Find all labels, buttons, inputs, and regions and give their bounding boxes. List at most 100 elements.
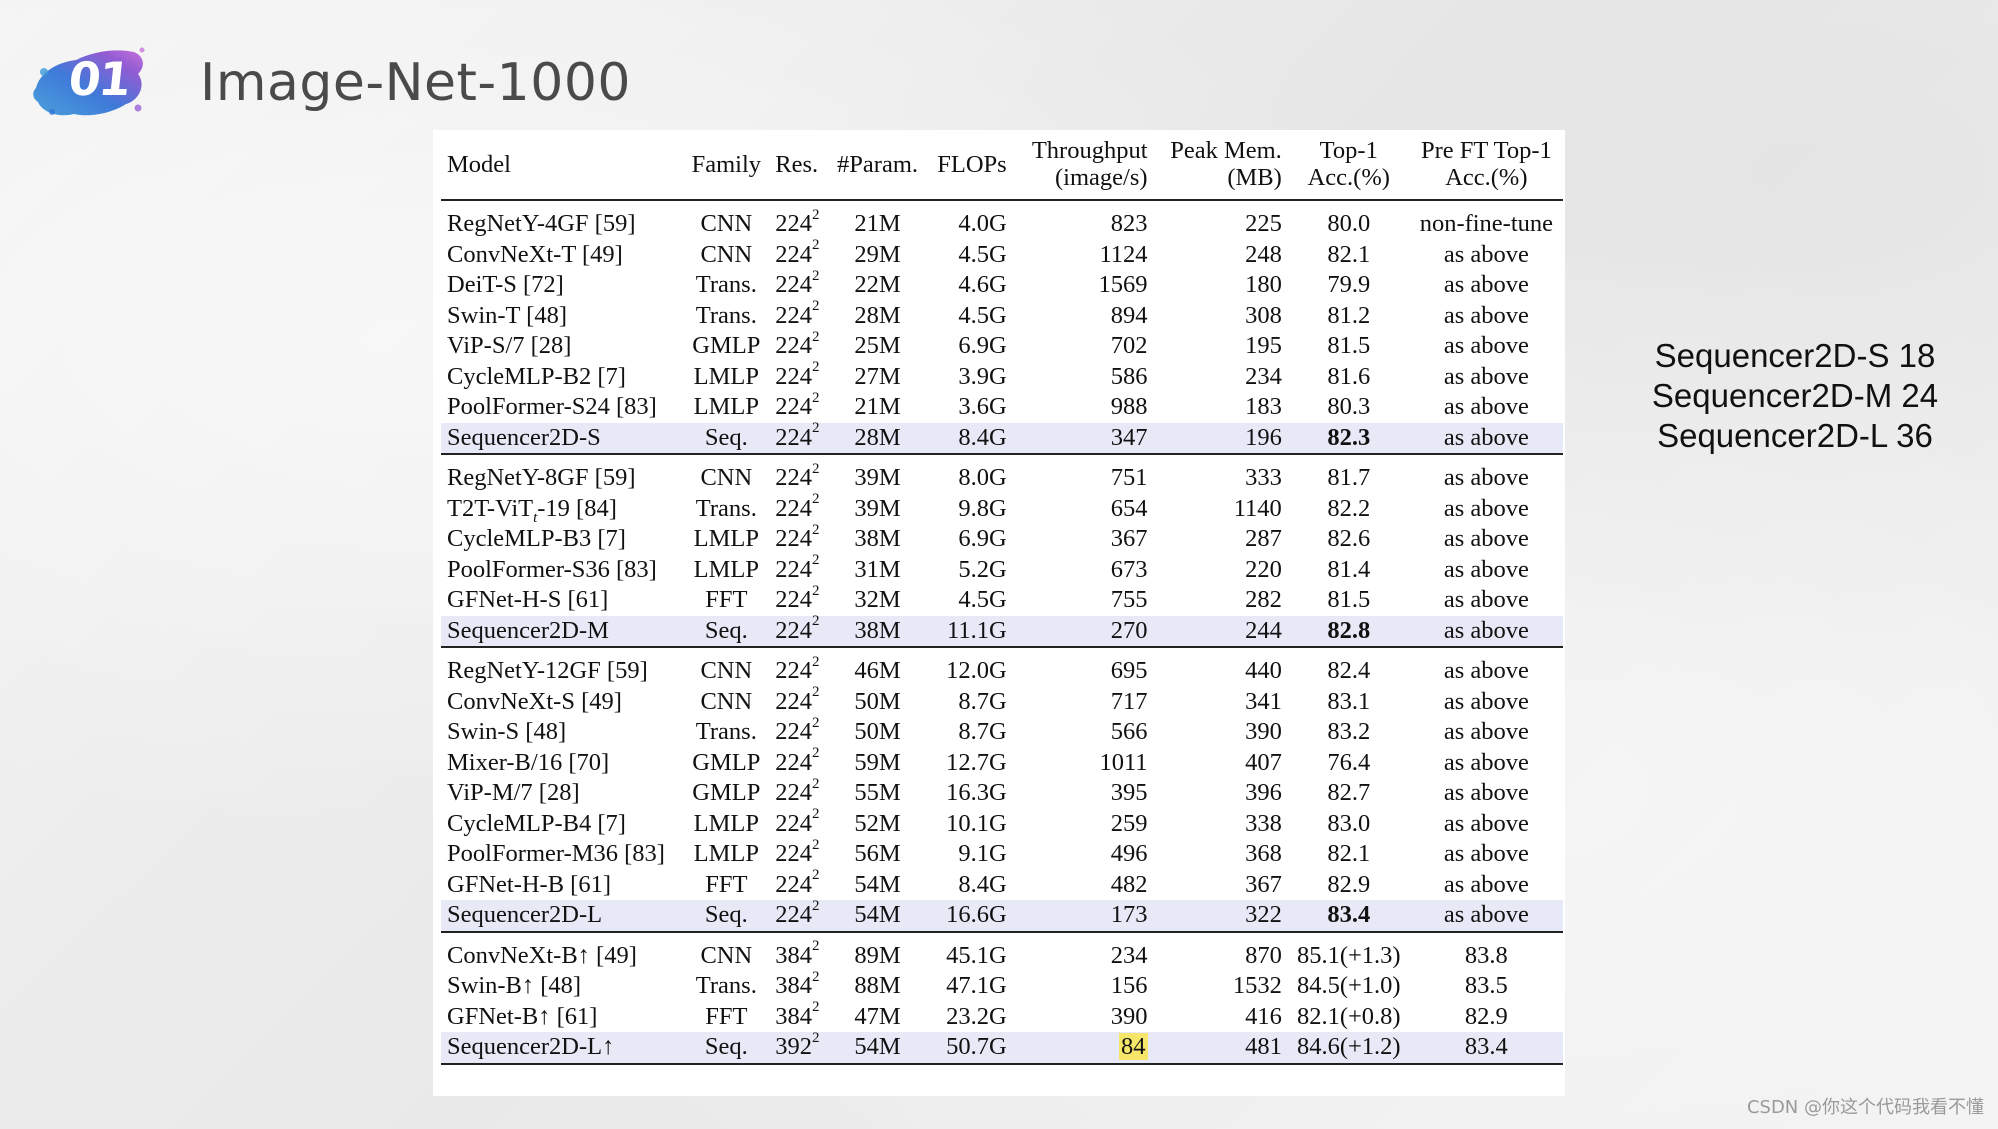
cell-preft: as above — [1409, 615, 1563, 647]
cell-throughput: 367 — [1110, 525, 1148, 552]
slide-title: Image-Net-1000 — [200, 53, 631, 113]
cell-res: 2242 — [775, 389, 820, 420]
cell-param: 39M — [854, 494, 901, 522]
cell-preft: as above — [1443, 687, 1529, 715]
cell-flops: 9.8G — [958, 494, 1007, 522]
table-row-sequencer: Sequencer2D-S Seq. 2242 28M 8.4G 347 196 82.3 as… — [441, 421, 1563, 454]
results-table-panel: Model Family Res. #Param. FLOPs Throughp… — [433, 130, 1565, 1096]
cell-flops: 47.1G — [946, 972, 1007, 999]
cell-top1: 82.3 — [1287, 422, 1410, 454]
table-header: Model Family Res. #Param. FLOPs Throughp… — [441, 130, 1563, 200]
table-row-sequencer: Sequencer2D-M Seq. 2242 38M 11.1G 270 244 82.8 a… — [441, 614, 1563, 647]
cell-param: 27M — [854, 362, 901, 390]
cell-throughput: 234 — [1110, 941, 1148, 969]
cell-throughput: 586 — [1110, 362, 1148, 390]
cell-param: 39M — [854, 464, 901, 491]
cell-flops: 11.1G — [926, 615, 1019, 647]
cell-top1: 82.8 — [1287, 615, 1410, 647]
cell-res: 2242 — [775, 867, 820, 898]
cell-mem: 183 — [1245, 393, 1282, 420]
cell-family: Seq. — [683, 1032, 770, 1064]
cell-mem: 248 — [1245, 240, 1282, 268]
cell-family: CNN — [700, 687, 753, 715]
cell-family: Trans. — [695, 301, 757, 329]
cell-mem: 180 — [1245, 271, 1282, 298]
cell-flops: 8.7G — [958, 718, 1007, 745]
cell-flops: 45.1G — [946, 941, 1007, 969]
cell-res: 2242 — [775, 267, 820, 298]
cell-res: 2242 — [775, 359, 820, 390]
cell-res: 2242 — [775, 653, 820, 684]
cell-family: LMLP — [693, 362, 759, 390]
cell-top1: 84.5(+1.0) — [1296, 972, 1401, 999]
cell-top1: 82.9 — [1327, 870, 1371, 898]
cell-mem: 196 — [1157, 422, 1288, 454]
cell-model: RegNetY-12GF [59] — [447, 657, 648, 684]
header-model: Model — [447, 150, 511, 178]
cell-param: 55M — [854, 779, 901, 806]
cell-top1: 81.5 — [1327, 332, 1371, 359]
cell-top1: 81.4 — [1327, 555, 1371, 583]
cell-model: T2T-ViTt-19 [84] — [447, 494, 617, 526]
cell-res: 2242 — [775, 806, 820, 837]
cell-param: 47M — [854, 1002, 901, 1030]
table-row: Swin-S [48] Trans. 2242 50M 8.7G 566 390 83.2 as… — [441, 714, 1563, 748]
cell-res: 2242 — [769, 421, 829, 454]
table-row: ConvNeXt-B↑ [49] CNN 3842 89M 45.1G 234 870 85.… — [441, 932, 1563, 972]
cell-flops: 6.9G — [958, 332, 1007, 359]
cell-top1: 81.7 — [1327, 464, 1371, 491]
csdn-watermark: CSDN @你这个代码我看不懂 — [1746, 1097, 1984, 1118]
cell-param: 38M — [854, 525, 901, 552]
cell-param: 31M — [854, 555, 901, 583]
table-row: GFNet-H-S [61] FFT 2242 32M 4.5G 755 282 81.5 as… — [441, 583, 1563, 616]
cell-res: 2242 — [775, 714, 820, 745]
cell-throughput: 173 — [1018, 900, 1158, 932]
cell-param: 54M — [828, 1032, 927, 1064]
cell-preft: as above — [1443, 464, 1529, 491]
table-row: CycleMLP-B3 [7] LMLP 2242 38M 6.9G 367 287 82.6… — [441, 522, 1563, 555]
cell-top1: 80.3 — [1327, 393, 1371, 420]
cell-preft: as above — [1443, 870, 1529, 898]
cell-flops: 8.4G — [958, 870, 1007, 898]
cell-flops: 16.3G — [946, 779, 1007, 806]
cell-preft: 82.9 — [1464, 1002, 1508, 1030]
cell-top1: 82.1 — [1327, 840, 1371, 867]
header-throughput: Throughput (image/s) — [1031, 137, 1148, 191]
cell-throughput: 1011 — [1099, 748, 1148, 776]
cell-model: Swin-S [48] — [447, 718, 567, 745]
cell-res: 3842 — [775, 968, 820, 999]
table-row: CycleMLP-B4 [7] LMLP 2242 52M 10.1G 259 338 83.… — [441, 806, 1563, 840]
header-peak-mem: Peak Mem. (MB) — [1170, 137, 1282, 191]
header-top1: Top-1 Acc.(%) — [1307, 137, 1390, 191]
cell-param: 46M — [854, 657, 901, 684]
cell-model: CycleMLP-B2 [7] — [447, 362, 626, 390]
cell-param: 38M — [828, 615, 927, 647]
cell-model: ViP-S/7 [28] — [447, 332, 572, 359]
cell-top1: 83.4 — [1287, 900, 1410, 932]
cell-model: ConvNeXt-B↑ [49] — [447, 941, 637, 969]
cell-mem: 322 — [1157, 900, 1288, 932]
table-row: Swin-T [48] Trans. 2242 28M 4.5G 894 308 81.2 as… — [441, 299, 1563, 332]
cell-top1: 83.0 — [1327, 809, 1371, 837]
cell-throughput: 695 — [1110, 657, 1148, 684]
cell-throughput: 347 — [1018, 422, 1158, 454]
header-pre-ft-top1: Pre FT Top-1 Acc.(%) — [1420, 137, 1552, 191]
cell-res: 2242 — [775, 775, 820, 806]
cell-preft: non-fine-tune — [1419, 210, 1554, 237]
cell-top1: 81.5 — [1327, 586, 1371, 613]
cell-mem: 1532 — [1232, 972, 1282, 999]
cell-model: PoolFormer-S24 [83] — [447, 393, 657, 420]
cell-mem: 870 — [1245, 941, 1282, 969]
cell-throughput: 751 — [1110, 464, 1148, 491]
cell-family: LMLP — [693, 525, 759, 552]
cell-preft: as above — [1443, 271, 1529, 298]
cell-model: CycleMLP-B3 [7] — [447, 525, 626, 552]
cell-flops: 8.4G — [926, 422, 1019, 454]
cell-mem: 220 — [1245, 555, 1282, 583]
cell-mem: 341 — [1245, 687, 1282, 715]
table-row: Mixer-B/16 [70] GMLP 2242 59M 12.7G 1011 407 76… — [441, 746, 1563, 779]
table-group: ConvNeXt-B↑ [49] CNN 3842 89M 45.1G 234 870 85.… — [441, 932, 1563, 1064]
cell-family: Seq. — [683, 422, 770, 454]
cell-flops: 12.7G — [946, 748, 1007, 776]
table-row: T2T-ViTt-19 [84] Trans. 2242 39M 9.8G 654 1140… — [441, 492, 1563, 526]
